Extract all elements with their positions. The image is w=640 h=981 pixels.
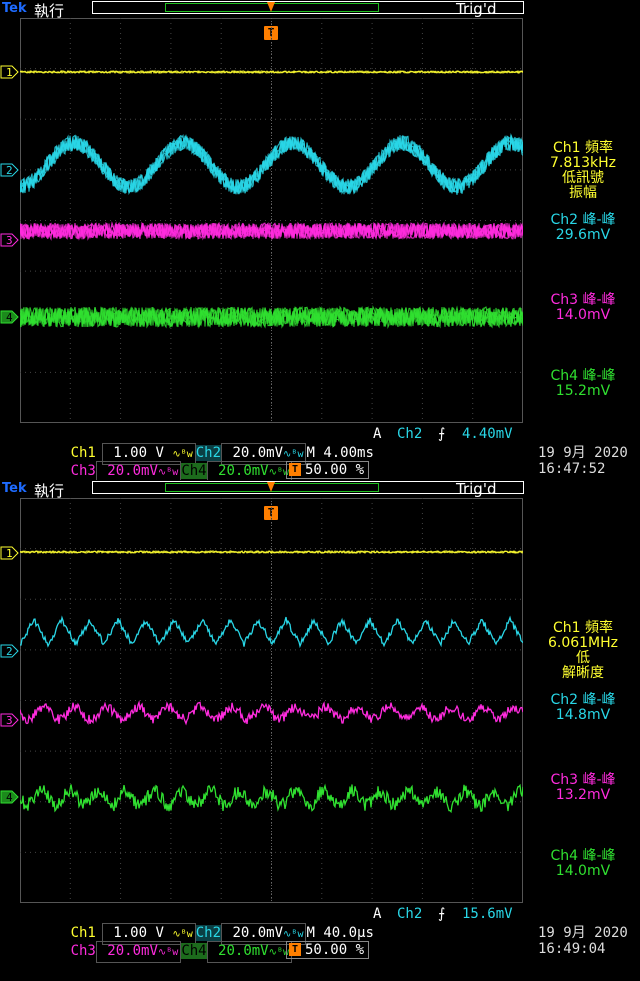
trigger-status: Trig'd [456, 0, 496, 18]
ch2-marker-icon[interactable]: 2 [0, 644, 20, 658]
ch1-measurement: Ch1 頻率 7.813kHz 低訊號 振幅 [526, 141, 640, 201]
scope-screen-2: Tek 執行 Trig'd T 1 2 3 4 Ch1 頻率 6.061MHz … [0, 480, 640, 960]
settings-row-2: Ch3 20.0mV∿ᴮw Ch4 20.0mV∿ᴮw [20, 443, 292, 461]
ch3-measurement: Ch3 峰-峰 14.0mV [526, 293, 640, 323]
ch1-meas-value: 6.061MHz [526, 636, 640, 651]
ch2-marker-icon[interactable]: 2 [0, 163, 20, 177]
waveforms [20, 498, 523, 903]
svg-text:3: 3 [6, 234, 13, 247]
svg-text:4: 4 [6, 311, 13, 324]
ch2-measurement: Ch2 峰-峰 29.6mV [526, 213, 640, 243]
ch4-measurement: Ch4 峰-峰 15.2mV [526, 369, 640, 399]
trigger-position-icon [266, 0, 276, 16]
brand-logo: Tek [2, 481, 27, 496]
settings-row-1: Ch1 1.00 V ∿ᴮw Ch2 20.0mV∿ᴮw M 40.0µs [20, 905, 374, 923]
svg-text:1: 1 [6, 66, 13, 79]
timebase[interactable]: M 4.00ms [306, 445, 373, 461]
trigger-t-icon: T [289, 943, 301, 956]
measurements-panel: Ch1 頻率 7.813kHz 低訊號 振幅 Ch2 峰-峰 29.6mV Ch… [526, 141, 640, 411]
trigger-position-readout[interactable]: T 50.00 % [286, 941, 369, 959]
ch4-meas-title: Ch4 峰-峰 [526, 849, 640, 864]
ch1-meas-title: Ch1 頻率 [526, 141, 640, 156]
svg-text:2: 2 [6, 164, 13, 177]
settings-bar: Ch1 1.00 V ∿ᴮw Ch2 20.0mV∿ᴮw M 40.0µs A Ch… [0, 903, 640, 960]
ch3-marker-icon[interactable]: 3 [0, 713, 20, 727]
trigger-position-icon [266, 480, 276, 496]
ch2-meas-title: Ch2 峰-峰 [526, 693, 640, 708]
ch3-marker-icon[interactable]: 3 [0, 233, 20, 247]
svg-text:3: 3 [6, 714, 13, 727]
ch3-meas-title: Ch3 峰-峰 [526, 773, 640, 788]
ch4-meas-value: 15.2mV [526, 384, 640, 399]
status-bar: Tek 執行 Trig'd [0, 480, 640, 498]
timestamp: 19 9月 2020 16:49:04 [538, 925, 638, 957]
ch3-meas-title: Ch3 峰-峰 [526, 293, 640, 308]
trigger-percent: 50.00 % [305, 462, 364, 478]
brand-logo: Tek [2, 1, 27, 16]
ch3-meas-value: 14.0mV [526, 308, 640, 323]
trigger-level[interactable]: 15.6mV [462, 905, 513, 923]
ch4-label[interactable]: Ch4 [181, 463, 206, 479]
ch4-measurement: Ch4 峰-峰 14.0mV [526, 849, 640, 879]
bw-limit-icon: ∿ᴮw [158, 467, 178, 478]
measurements-panel: Ch1 頻率 6.061MHz 低 解晰度 Ch2 峰-峰 14.8mV Ch3… [526, 621, 640, 891]
date: 19 9月 2020 [538, 445, 638, 461]
trigger-source[interactable]: Ch2 [397, 905, 422, 923]
ch1-marker-icon[interactable]: 1 [0, 65, 20, 79]
ch4-meas-title: Ch4 峰-峰 [526, 369, 640, 384]
date: 19 9月 2020 [538, 925, 638, 941]
time: 16:47:52 [538, 461, 638, 477]
ch1-meas-note: 低 [526, 651, 640, 666]
ch3-meas-value: 13.2mV [526, 788, 640, 803]
acq-mode: A [373, 905, 381, 923]
ch1-meas-note2: 振幅 [526, 186, 640, 201]
svg-text:1: 1 [6, 547, 13, 560]
ch4-marker-icon[interactable]: 4 [0, 790, 20, 804]
ch2-meas-value: 14.8mV [526, 708, 640, 723]
ch2-meas-value: 29.6mV [526, 228, 640, 243]
trigger-level[interactable]: 4.40mV [462, 425, 513, 443]
bw-limit-icon: ∿ᴮw [158, 947, 178, 958]
trigger-t-icon: T [289, 463, 301, 476]
trigger-status: Trig'd [456, 480, 496, 498]
waveforms [20, 18, 523, 423]
settings-row-1: Ch1 1.00 V ∿ᴮw Ch2 20.0mV∿ᴮw M 4.00ms [20, 425, 374, 443]
trigger-slope-icon: ⨍ [438, 425, 445, 443]
trigger-slope-icon: ⨍ [438, 905, 445, 923]
timestamp: 19 9月 2020 16:47:52 [538, 445, 638, 477]
settings-bar: Ch1 1.00 V ∿ᴮw Ch2 20.0mV∿ᴮw M 4.00ms A Ch… [0, 423, 640, 480]
ch1-meas-title: Ch1 頻率 [526, 621, 640, 636]
ch4-label[interactable]: Ch4 [181, 943, 206, 959]
scope-screen-1: Tek 執行 Trig'd T 1 2 3 4 Ch1 頻率 7.813kHz … [0, 0, 640, 480]
trigger-percent: 50.00 % [305, 942, 364, 958]
svg-text:4: 4 [6, 791, 13, 804]
timebase[interactable]: M 40.0µs [306, 925, 373, 941]
acq-mode: A [373, 425, 381, 443]
trigger-position-readout[interactable]: T 50.00 % [286, 461, 369, 479]
ch1-meas-note: 低訊號 [526, 171, 640, 186]
ch2-meas-title: Ch2 峰-峰 [526, 213, 640, 228]
ch4-marker-icon[interactable]: 4 [0, 310, 20, 324]
ch1-meas-value: 7.813kHz [526, 156, 640, 171]
ch1-meas-note2: 解晰度 [526, 666, 640, 681]
settings-row-2: Ch3 20.0mV∿ᴮw Ch4 20.0mV∿ᴮw [20, 923, 292, 941]
svg-text:2: 2 [6, 645, 13, 658]
ch3-label[interactable]: Ch3 [71, 463, 96, 479]
ch1-marker-icon[interactable]: 1 [0, 546, 20, 560]
ch1-measurement: Ch1 頻率 6.061MHz 低 解晰度 [526, 621, 640, 681]
status-bar: Tek 執行 Trig'd [0, 0, 640, 18]
ch2-measurement: Ch2 峰-峰 14.8mV [526, 693, 640, 723]
time: 16:49:04 [538, 941, 638, 957]
ch3-measurement: Ch3 峰-峰 13.2mV [526, 773, 640, 803]
trigger-source[interactable]: Ch2 [397, 425, 422, 443]
ch4-meas-value: 14.0mV [526, 864, 640, 879]
ch3-label[interactable]: Ch3 [71, 943, 96, 959]
